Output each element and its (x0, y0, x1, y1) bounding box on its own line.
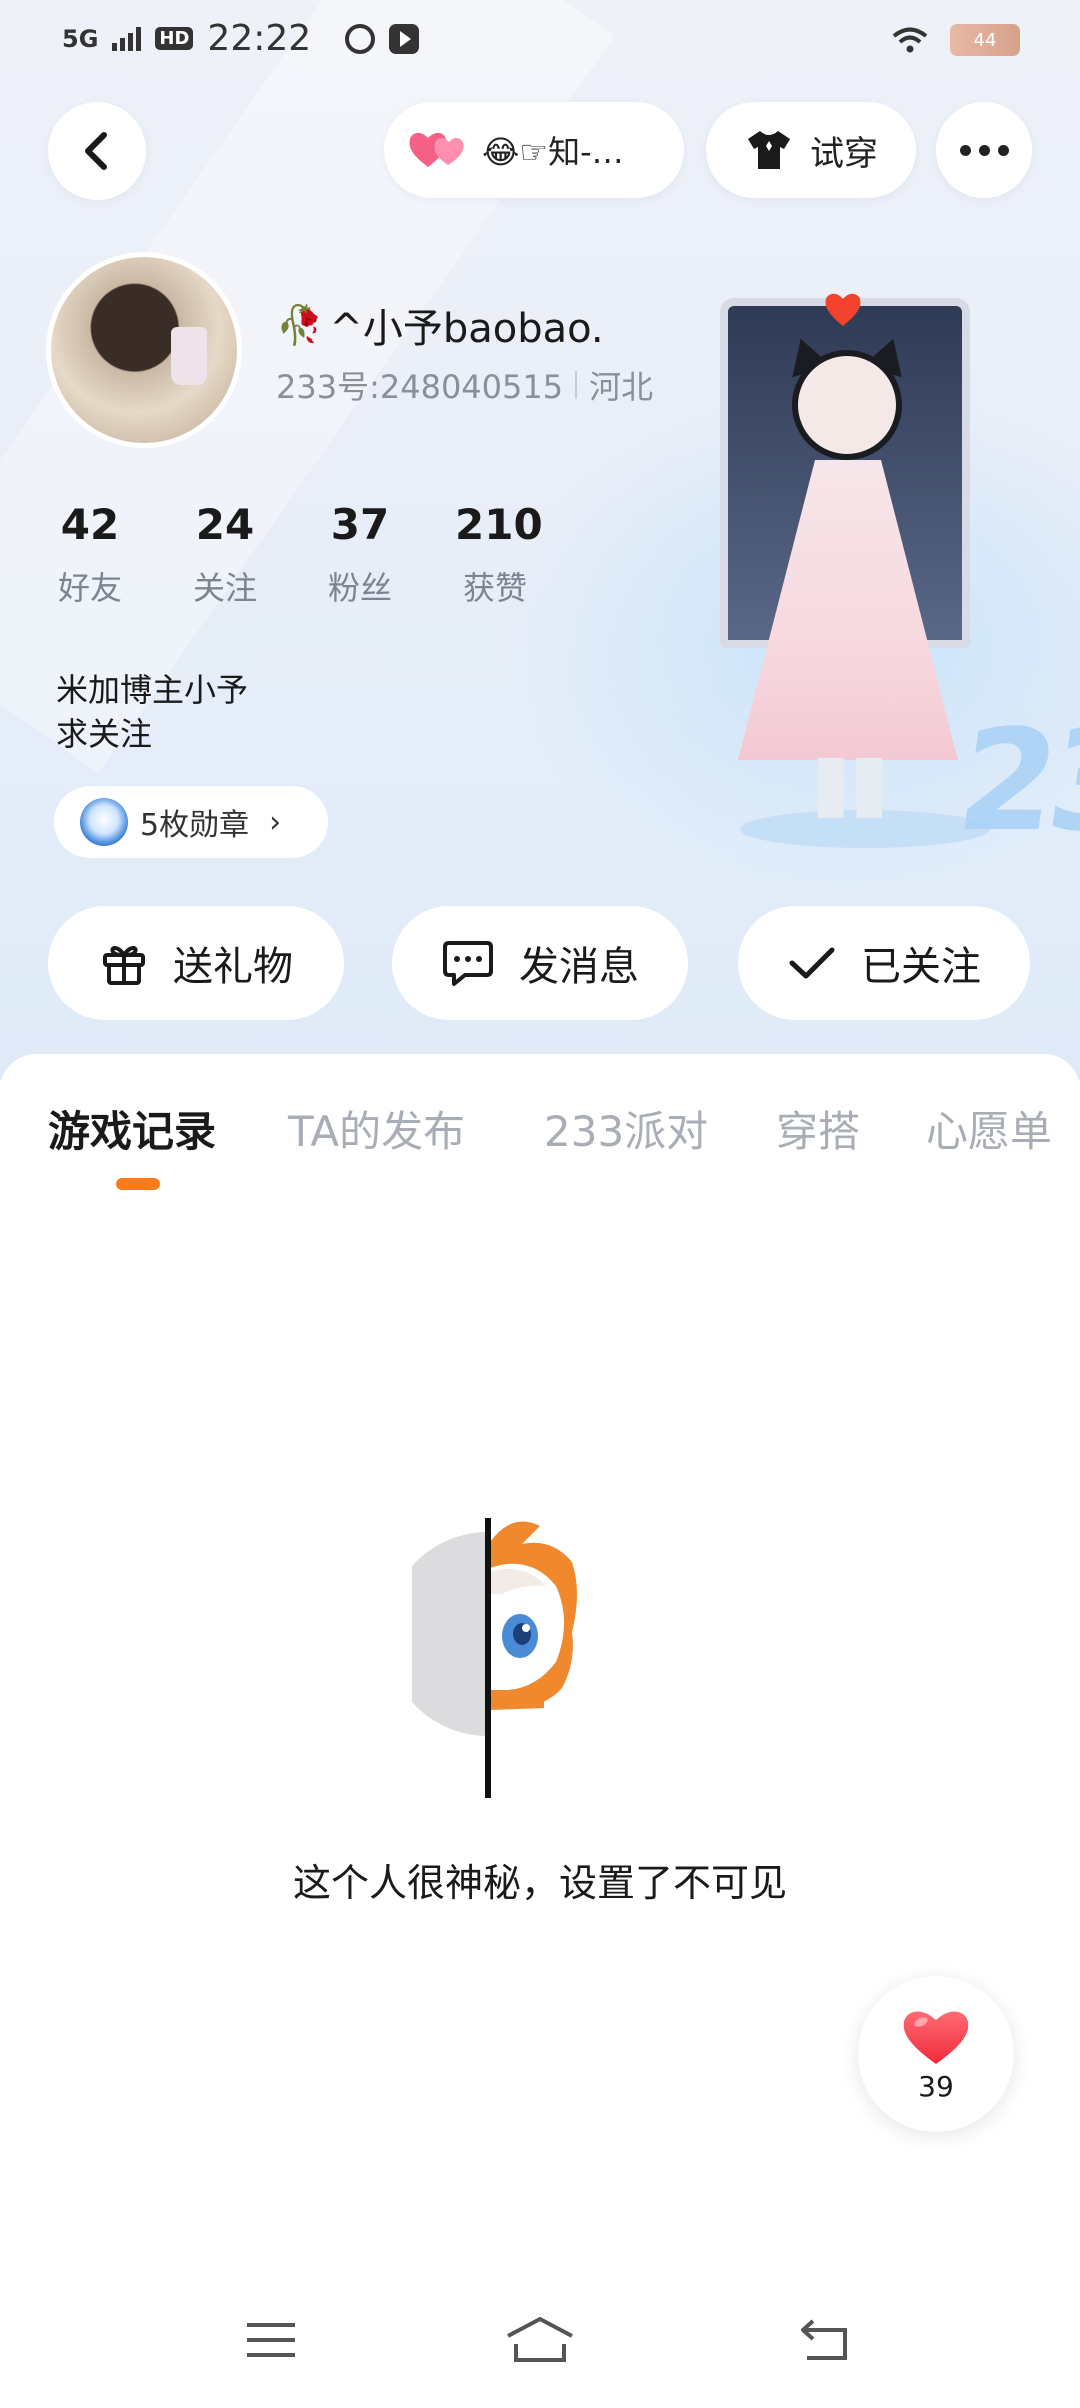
medal-icon (80, 798, 128, 846)
stat-friends[interactable]: 42 好友 (50, 500, 185, 609)
user-id-row[interactable]: 233号:248040515 河北 (276, 362, 653, 408)
heart-icon (903, 2010, 969, 2064)
gift-icon (103, 946, 145, 985)
medals-button[interactable]: 5枚勋章 › (54, 786, 328, 858)
username-row: 🥀 ^小予baobao. (276, 296, 604, 354)
character-legs (818, 758, 882, 818)
user-id: 233号:248040515 (276, 368, 564, 406)
back-arrow-icon (801, 2319, 847, 2360)
user-status-pill[interactable]: 😂☞知-… (384, 102, 684, 198)
status-bar: 5G HD 22:22 44 (0, 0, 1080, 86)
network-type: 5G (62, 24, 99, 53)
stat-value: 42 (60, 500, 120, 549)
notification-icon (345, 23, 376, 54)
back-nav-button[interactable] (790, 2310, 860, 2370)
stat-following[interactable]: 24 关注 (185, 500, 320, 609)
tab-233-party[interactable]: 233派对 (544, 1098, 708, 1159)
character-head (792, 350, 902, 460)
tab-game-records[interactable]: 游戏记录 (48, 1098, 216, 1159)
followed-button[interactable]: 已关注 (738, 906, 1030, 1020)
profile-tabs: 游戏记录 TA的发布 233派对 穿搭 心愿单 (0, 1054, 1080, 1204)
divider (575, 371, 578, 399)
menu-nav-button[interactable] (236, 2310, 306, 2370)
profile-bio: 米加博主小予 求关注 (56, 668, 248, 756)
menu-icon (247, 2323, 295, 2357)
tab-posts[interactable]: TA的发布 (288, 1098, 465, 1159)
followed-label: 已关注 (861, 944, 981, 990)
media-play-icon (389, 23, 420, 54)
avatar-photo-detail (171, 327, 207, 385)
user-status-text: 😂☞知-… (482, 133, 624, 171)
stat-followers[interactable]: 37 粉丝 (320, 500, 455, 609)
like-button[interactable]: 39 (858, 1976, 1014, 2132)
user-location: 河北 (589, 368, 654, 406)
send-gift-label: 送礼物 (173, 944, 293, 990)
chevron-left-icon (85, 132, 107, 170)
more-dot (997, 144, 1009, 156)
stat-label: 好友 (57, 569, 122, 607)
status-left: 5G HD 22:22 (62, 18, 420, 59)
rose-icon: 🥀 (276, 302, 324, 347)
send-gift-button[interactable]: 送礼物 (48, 906, 344, 1020)
home-icon (507, 2317, 573, 2362)
try-on-label: 试穿 (810, 133, 878, 174)
system-navigation-bar (0, 2290, 1080, 2400)
bio-line: 米加博主小予 (56, 671, 249, 709)
try-on-button[interactable]: 试穿 (706, 102, 916, 198)
tab-wishlist[interactable]: 心愿单 (926, 1098, 1052, 1159)
bio-line: 求关注 (56, 715, 153, 753)
stat-value: 210 (455, 500, 543, 549)
avatar-character-figure[interactable] (700, 290, 1000, 850)
status-right: 44 (892, 24, 1020, 56)
more-dot (959, 144, 971, 156)
signal-icon (112, 26, 142, 51)
like-count: 39 (918, 2069, 954, 2103)
username: ^小予baobao. (329, 306, 604, 352)
more-dot (978, 144, 990, 156)
profile-stats: 42 好友 24 关注 37 粉丝 210 获赞 (50, 500, 590, 609)
empty-state-text: 这个人很神秘，设置了不可见 (292, 1861, 787, 1905)
home-nav-button[interactable] (505, 2310, 575, 2370)
hd-badge: HD (155, 27, 194, 50)
profile-avatar[interactable] (46, 252, 242, 448)
stat-value: 24 (195, 500, 255, 549)
shirt-icon (748, 131, 790, 169)
chevron-right-icon: › (269, 804, 282, 840)
send-message-label: 发消息 (519, 944, 639, 990)
stat-value: 37 (330, 500, 390, 549)
battery-indicator: 44 (950, 24, 1020, 56)
send-message-button[interactable]: 发消息 (392, 906, 688, 1020)
more-options-button[interactable] (936, 102, 1032, 198)
active-tab-indicator (116, 1178, 160, 1190)
check-icon (789, 947, 835, 979)
double-heart-icon (409, 132, 464, 167)
233-scene-badge: 233 (948, 700, 1080, 863)
stat-likes[interactable]: 210 获赞 (455, 500, 590, 609)
back-button[interactable] (48, 102, 146, 200)
peeking-character-illustration (412, 1518, 577, 1798)
stat-label: 粉丝 (327, 569, 392, 607)
wifi-icon (892, 27, 928, 53)
heart-icon (825, 293, 861, 326)
tab-outfits[interactable]: 穿搭 (776, 1098, 860, 1159)
medals-label: 5枚勋章 (140, 808, 250, 843)
stat-label: 关注 (192, 569, 257, 607)
stat-label: 获赞 (462, 569, 527, 607)
chat-bubble-icon (443, 941, 493, 986)
status-time: 22:22 (207, 18, 312, 59)
